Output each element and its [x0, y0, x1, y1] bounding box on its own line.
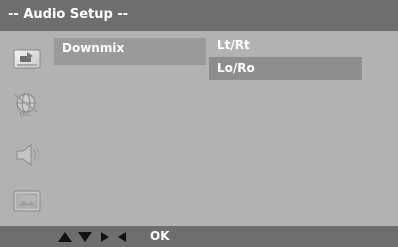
- svg-text:ENG: ENG: [20, 112, 31, 118]
- ok-label: OK: [150, 229, 170, 243]
- page-title: -- Audio Setup --: [8, 7, 129, 22]
- setup-sidebar: ENG: [6, 36, 50, 226]
- menu-item-label: Downmix: [62, 41, 125, 55]
- general-setup-icon[interactable]: [11, 44, 43, 70]
- down-arrow-icon: [78, 232, 92, 242]
- menu-item-downmix[interactable]: Downmix: [54, 38, 206, 65]
- video-screen-icon[interactable]: [11, 188, 43, 214]
- footer-bar: OK: [0, 226, 398, 247]
- audio-speaker-icon[interactable]: [11, 142, 43, 168]
- up-arrow-icon: [58, 232, 72, 242]
- left-arrow-icon: [118, 232, 126, 242]
- option-lt-rt[interactable]: Lt/Rt: [209, 34, 362, 57]
- option-lo-ro[interactable]: Lo/Ro: [209, 57, 362, 80]
- right-arrow-icon: [101, 232, 109, 242]
- option-label: Lo/Ro: [217, 61, 255, 75]
- language-globe-icon[interactable]: ENG: [11, 92, 43, 118]
- navigation-arrows: [58, 232, 126, 242]
- option-label: Lt/Rt: [217, 38, 250, 52]
- audio-setup-screen: -- Audio Setup -- ENG Downmix Lt/Rt Lo/R…: [0, 0, 398, 247]
- title-bar: -- Audio Setup --: [0, 0, 398, 31]
